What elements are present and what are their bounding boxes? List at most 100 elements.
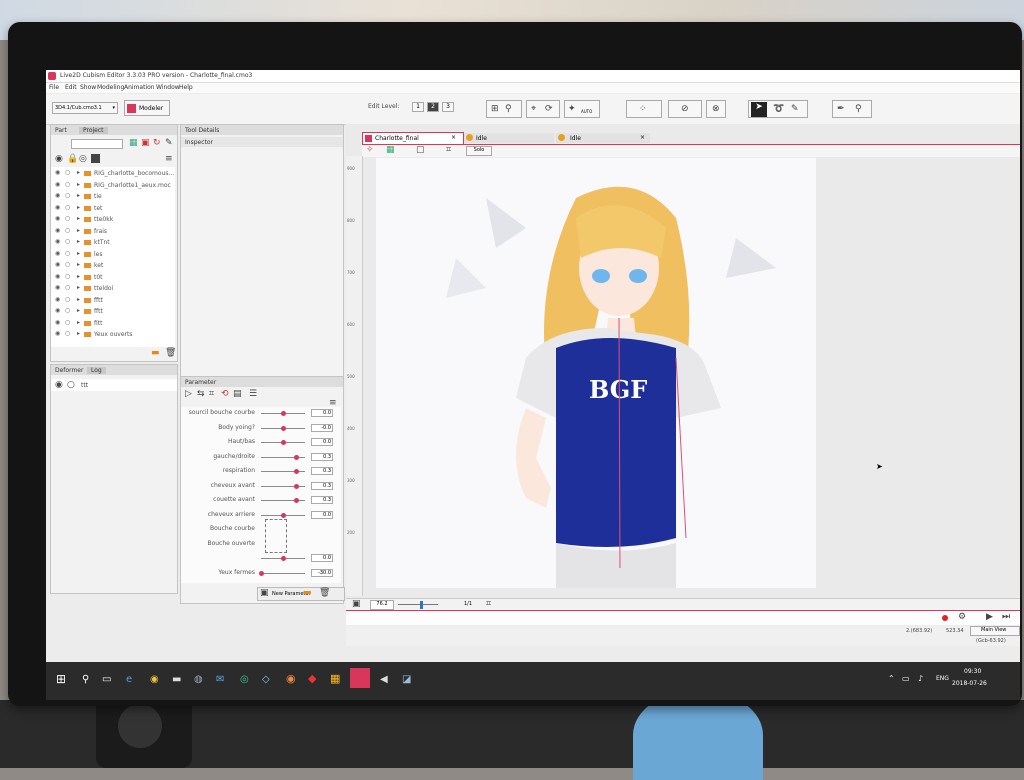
- expand-arrow-icon[interactable]: ▸: [77, 284, 80, 291]
- menu-edit[interactable]: Edit: [65, 84, 77, 91]
- eye-icon[interactable]: ◉: [55, 261, 60, 268]
- tab-parameter[interactable]: Parameter: [185, 379, 216, 386]
- layer-row[interactable]: ◉ ○ ▸ RIG_charlotte1_aeux.moc: [53, 181, 173, 192]
- zoom-slider[interactable]: [398, 604, 438, 605]
- points-tool-button[interactable]: ⁘: [626, 100, 662, 118]
- lock-icon[interactable]: ○: [65, 215, 70, 222]
- parameter-value[interactable]: 0.3: [311, 467, 333, 475]
- tray-chevron-icon[interactable]: ⌃: [888, 674, 895, 683]
- parameter-knob[interactable]: [281, 556, 286, 561]
- keyform-icon[interactable]: ⌗: [209, 390, 214, 399]
- menu-modeling[interactable]: Modeling: [97, 84, 124, 91]
- fit-icon[interactable]: ⌗: [486, 600, 491, 609]
- record-icon[interactable]: [942, 615, 948, 621]
- mouth-grid-2d[interactable]: [265, 519, 287, 553]
- lock-icon[interactable]: ○: [65, 227, 70, 234]
- zoom-slider-thumb[interactable]: [420, 601, 423, 609]
- eye-icon[interactable]: ◉: [55, 381, 63, 390]
- menu-window[interactable]: Window: [156, 84, 180, 91]
- expand-arrow-icon[interactable]: ▸: [77, 192, 80, 199]
- parameter-value[interactable]: 0.0: [311, 438, 333, 446]
- part-search-input[interactable]: [71, 139, 123, 149]
- parameter-knob[interactable]: [281, 425, 286, 431]
- add-deformer-icon[interactable]: ▣: [141, 139, 150, 148]
- folder-icon[interactable]: ▬: [151, 349, 160, 358]
- lock-icon[interactable]: ○: [65, 284, 70, 291]
- lock-icon[interactable]: ○: [65, 307, 70, 314]
- solo-button[interactable]: Solo: [466, 146, 492, 156]
- parameter-value[interactable]: 0.0: [311, 510, 333, 519]
- tab-project[interactable]: Project: [79, 127, 108, 134]
- eye-icon[interactable]: ◉: [55, 284, 60, 291]
- eye-icon[interactable]: ◉: [55, 238, 60, 245]
- layer-row[interactable]: ◉ ○ ▸ ktTnt: [53, 238, 173, 249]
- parameter-value[interactable]: 0.3: [311, 452, 333, 461]
- tab-part[interactable]: Part: [55, 127, 67, 134]
- eye-icon[interactable]: ◉: [55, 319, 60, 326]
- select-tool-group[interactable]: ➤ ➰ ✎: [748, 100, 808, 118]
- reset-icon[interactable]: ⟲: [221, 390, 229, 399]
- windows-start-icon[interactable]: ⊞: [56, 672, 66, 686]
- layer-row[interactable]: ◉ ○ ▸ tie: [53, 192, 173, 203]
- app-icon[interactable]: ◎: [240, 674, 249, 685]
- language-indicator[interactable]: ENG: [936, 675, 949, 682]
- next-icon[interactable]: ⏭: [1002, 613, 1010, 622]
- parameter-slider[interactable]: [261, 572, 305, 574]
- brush-small-icon[interactable]: ✎: [165, 139, 173, 148]
- folder-icon[interactable]: ▬: [303, 589, 312, 598]
- layer-row[interactable]: ◉ ○ ▸ tte0kk: [53, 215, 173, 226]
- workspace-select[interactable]: 3D4.1/Cub.cmo3.1 ▾: [52, 102, 118, 114]
- eye-icon[interactable]: ◉: [55, 296, 60, 303]
- layer-row[interactable]: ◉ ○ ▸ frais: [53, 227, 173, 238]
- expand-arrow-icon[interactable]: ▸: [77, 296, 80, 303]
- lock-icon[interactable]: ○: [65, 261, 70, 268]
- explorer-icon[interactable]: ▬: [172, 674, 181, 685]
- clock-time[interactable]: 09:30: [964, 668, 981, 675]
- close-icon[interactable]: ×: [640, 134, 645, 141]
- lock-icon[interactable]: ○: [65, 273, 70, 280]
- parameter-knob[interactable]: [294, 483, 300, 489]
- image-icon[interactable]: ▢: [416, 146, 425, 155]
- expand-arrow-icon[interactable]: ▸: [77, 227, 80, 234]
- lock-icon[interactable]: ○: [65, 192, 70, 199]
- expand-arrow-icon[interactable]: ▸: [77, 307, 80, 314]
- volume-icon[interactable]: ♪: [918, 674, 923, 683]
- layer-row[interactable]: ◉ ○ ▸ fftt: [53, 307, 173, 318]
- search-icon[interactable]: ⚲: [82, 674, 89, 685]
- modeler-button[interactable]: Modeler: [124, 100, 170, 116]
- task-view-icon[interactable]: ▭: [102, 674, 111, 685]
- app-icon-4[interactable]: ▦: [330, 672, 340, 685]
- new-parameter-button[interactable]: ▣ New Parameter: [257, 587, 345, 601]
- expand-arrow-icon[interactable]: ▸: [77, 169, 80, 176]
- rotate-deformer-icon[interactable]: ↻: [153, 139, 161, 148]
- list-icon[interactable]: ☰: [249, 390, 257, 399]
- menu-help[interactable]: Help: [179, 84, 193, 91]
- app-icon-5[interactable]: ◪: [402, 674, 411, 685]
- view-toggle-icon[interactable]: [91, 154, 100, 163]
- lock-icon[interactable]: ○: [65, 169, 70, 176]
- edit-level-1[interactable]: 1: [412, 102, 424, 112]
- firefox-icon[interactable]: ◉: [286, 672, 296, 685]
- edit-level-3[interactable]: 3: [442, 102, 454, 112]
- lock-icon[interactable]: ○: [65, 238, 70, 245]
- expand-arrow-icon[interactable]: ▸: [77, 261, 80, 268]
- glue-tool-button[interactable]: ⊗: [706, 100, 726, 118]
- steam-icon[interactable]: ◍: [194, 674, 203, 685]
- eye-icon[interactable]: ◉: [55, 169, 60, 176]
- eye-icon[interactable]: ◉: [55, 155, 63, 164]
- layer-row[interactable]: ◉ ○ ▸ Yeux ouverts: [53, 330, 173, 341]
- filter-icon[interactable]: ◎: [79, 155, 87, 164]
- layer-row[interactable]: ◉ ○ ▸ RIG_charlotte_bocomous...: [53, 169, 174, 180]
- media-icon[interactable]: ◀: [380, 674, 388, 685]
- layer-row[interactable]: ◉ ○ ▸ tet: [53, 204, 173, 215]
- lock-icon[interactable]: ○: [65, 319, 70, 326]
- tab-inspector[interactable]: Inspector: [185, 139, 213, 146]
- brush-tool-button[interactable]: ⊘: [668, 100, 702, 118]
- parameter-value[interactable]: 0.0: [311, 409, 333, 417]
- eye-icon[interactable]: ◉: [55, 273, 60, 280]
- parameter-value[interactable]: 0.3: [311, 496, 333, 504]
- expand-arrow-icon[interactable]: ▸: [77, 319, 80, 326]
- expand-arrow-icon[interactable]: ▸: [77, 238, 80, 245]
- app-icon-2[interactable]: ◇: [262, 674, 270, 685]
- menu-icon[interactable]: ≡: [165, 155, 173, 164]
